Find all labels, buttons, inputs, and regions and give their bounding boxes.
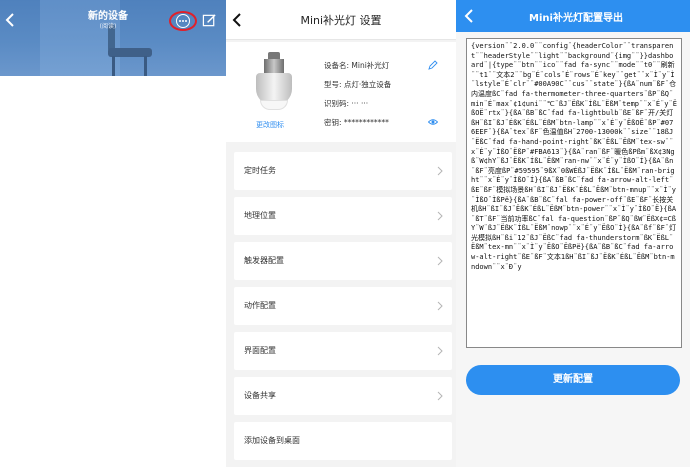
device-name: 设备名: Mini补光灯 bbox=[324, 61, 390, 70]
chevron-right-icon bbox=[437, 211, 443, 221]
device-list-panel: 新的设备 (阅读) bbox=[0, 0, 226, 467]
edit-square-icon[interactable] bbox=[202, 13, 217, 28]
menu-item-label: 触发器配置 bbox=[244, 256, 284, 265]
device-settings-panel: Mini补光灯 设置 更改图标 设备名: Mini补光灯 型号: 点灯·独立设备… bbox=[226, 0, 456, 467]
menu-item-label: 设备共享 bbox=[244, 391, 276, 400]
menu-item-device-share[interactable]: 设备共享 bbox=[234, 377, 452, 415]
chevron-right-icon bbox=[437, 166, 443, 176]
menu-item-action-config[interactable]: 动作配置 bbox=[234, 287, 452, 325]
device-info-list: 设备名: Mini补光灯 型号: 点灯·独立设备 识别码: ··· ··· 密钥… bbox=[324, 56, 456, 132]
update-config-button[interactable]: 更新配置 bbox=[466, 365, 680, 395]
menu-item-label: 界面配置 bbox=[244, 346, 276, 355]
back-arrow-icon[interactable] bbox=[230, 12, 244, 28]
back-arrow-icon[interactable] bbox=[462, 8, 476, 24]
model-row: 型号: 点灯·独立设备 bbox=[324, 80, 392, 89]
menu-item-scheduled-tasks[interactable]: 定时任务 bbox=[234, 152, 452, 190]
change-icon-link[interactable]: 更改图标 bbox=[256, 120, 306, 130]
secret-key: 密钥: ************ bbox=[324, 118, 389, 127]
device-name-row[interactable]: 设备名: Mini补光灯 bbox=[324, 56, 456, 75]
export-nav-bar: Mini补光灯配置导出 bbox=[456, 0, 690, 32]
eye-icon[interactable] bbox=[428, 117, 438, 127]
menu-item-trigger-config[interactable]: 触发器配置 bbox=[234, 242, 452, 280]
device-bulb-image[interactable] bbox=[250, 52, 298, 114]
secret-row[interactable]: 密钥: ************ bbox=[324, 113, 456, 132]
device-info-card: 更改图标 设备名: Mini补光灯 型号: 点灯·独立设备 识别码: ··· ·… bbox=[226, 42, 456, 142]
menu-item-ui-config[interactable]: 界面配置 bbox=[234, 332, 452, 370]
menu-item-add-to-desktop[interactable]: 添加设备到桌面 bbox=[234, 422, 452, 460]
config-export-panel: Mini补光灯配置导出 {version¨¨2.0.0¨¨config¨{hea… bbox=[456, 0, 690, 467]
menu-item-label: 添加设备到桌面 bbox=[244, 436, 300, 445]
settings-menu: 定时任务 地理位置 触发器配置 动作配置 界面配置 设备共享 添加设备到桌面 bbox=[226, 152, 456, 467]
more-circle-icon bbox=[176, 14, 190, 28]
chevron-right-icon bbox=[437, 346, 443, 356]
identifier-row: 识别码: ··· ··· bbox=[324, 99, 369, 108]
back-arrow-icon[interactable] bbox=[3, 12, 19, 28]
menu-item-label: 地理位置 bbox=[244, 211, 276, 220]
menu-item-location[interactable]: 地理位置 bbox=[234, 197, 452, 235]
more-options-button[interactable] bbox=[169, 11, 197, 31]
page-title: Mini补光灯 设置 bbox=[300, 14, 382, 27]
config-json-textarea[interactable]: {version¨¨2.0.0¨¨config¨{headerColor¨¨tr… bbox=[466, 38, 682, 348]
device-header-banner: 新的设备 (阅读) bbox=[0, 0, 226, 76]
menu-item-label: 动作配置 bbox=[244, 301, 276, 310]
settings-nav-bar: Mini补光灯 设置 bbox=[226, 0, 456, 40]
pencil-icon[interactable] bbox=[428, 60, 438, 70]
device-title: 新的设备 bbox=[88, 11, 128, 22]
chevron-right-icon bbox=[437, 256, 443, 266]
page-title: Mini补光灯配置导出 bbox=[529, 13, 623, 24]
chevron-right-icon bbox=[437, 301, 443, 311]
chevron-right-icon bbox=[437, 391, 443, 401]
menu-item-label: 定时任务 bbox=[244, 166, 276, 175]
device-subtitle: (阅读) bbox=[99, 23, 117, 30]
